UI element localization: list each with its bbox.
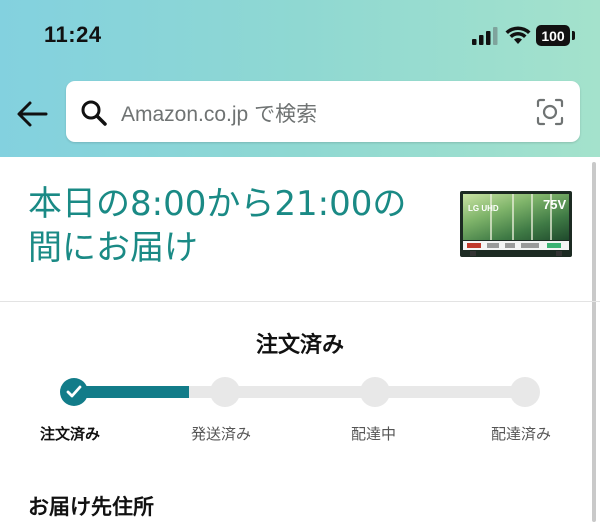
delivery-estimate-line2: 間にお届け xyxy=(28,228,198,268)
delivery-estimate: 本日の8:00から21:00の 間にお届け xyxy=(28,182,438,270)
app-header: 11:24 100 Amazon.co.jp で検索 xyxy=(0,0,600,157)
wifi-icon xyxy=(505,26,531,44)
camera-icon[interactable] xyxy=(536,98,564,126)
step-in-transit-label: 配達中 xyxy=(351,425,397,443)
status-bar-time: 11:24 xyxy=(44,22,102,47)
progress-fill xyxy=(74,386,189,398)
step-delivered-label: 配達済み xyxy=(491,425,552,443)
product-size-text: 75V xyxy=(543,197,567,212)
step-ordered-label: 注文済み xyxy=(40,425,101,443)
step-shipped-dot xyxy=(210,377,240,407)
battery-level: 100 xyxy=(541,27,565,44)
step-delivered-dot xyxy=(510,377,540,407)
search-icon[interactable] xyxy=(80,99,108,127)
checkmark-icon xyxy=(66,385,82,398)
order-status-title: 注文済み xyxy=(255,333,344,358)
delivery-address-heading: お届け先住所 xyxy=(28,495,154,519)
cellular-signal-icon xyxy=(472,27,498,45)
search-input[interactable]: Amazon.co.jp で検索 xyxy=(66,81,580,142)
streaming-logos-strip xyxy=(463,241,569,250)
back-arrow-icon[interactable] xyxy=(16,100,48,128)
delivery-estimate-line1: 本日の8:00から21:00の xyxy=(28,184,407,224)
product-thumbnail[interactable]: LG UHD 75V xyxy=(460,191,572,257)
search-placeholder: Amazon.co.jp で検索 xyxy=(121,103,318,126)
step-shipped-label: 発送済み xyxy=(191,425,252,443)
battery-tip xyxy=(572,31,575,40)
battery-icon: 100 xyxy=(536,25,570,46)
section-divider xyxy=(0,301,600,302)
product-brand-text: LG UHD xyxy=(468,204,499,213)
step-ordered-dot xyxy=(60,378,88,406)
step-in-transit-dot xyxy=(360,377,390,407)
